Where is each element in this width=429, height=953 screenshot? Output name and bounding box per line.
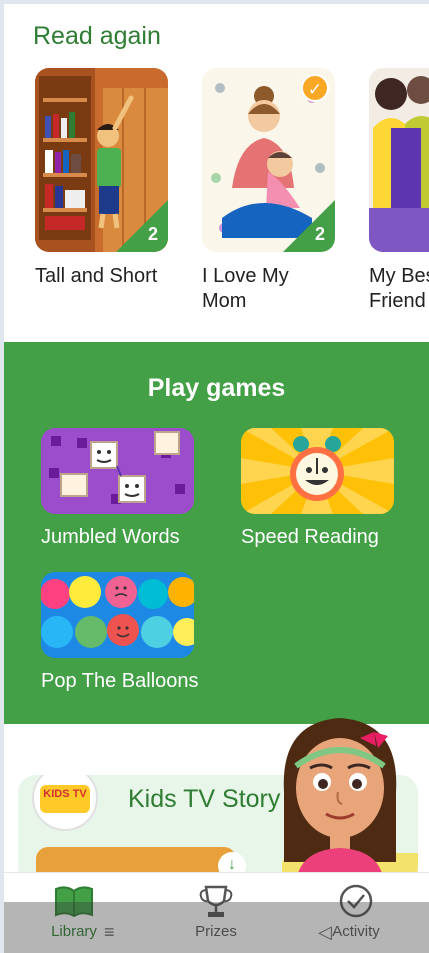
book-card-tall-and-short[interactable]: 2 Tall and Short [35, 68, 168, 289]
completed-check-icon: ✓ [301, 74, 329, 102]
system-navigation-bar [4, 902, 429, 953]
app-screen: Read again 2 Tall and Short ✓ 2 I Love M… [4, 4, 429, 953]
book-title: My Best Friend [369, 265, 429, 312]
game-pop-the-balloons[interactable]: Pop The Balloons [41, 572, 199, 693]
book-title: I Love My Mom [202, 265, 289, 312]
pop-the-balloons-illustration [41, 572, 194, 658]
kids-tv-logo: KIDS TV [32, 775, 98, 831]
play-games-title: Play games [147, 374, 286, 402]
read-again-carousel[interactable]: 2 Tall and Short ✓ 2 I Love My Mom My Be… [35, 68, 429, 328]
kids-tv-logo-text: KIDS TV [43, 788, 87, 800]
book-cover[interactable]: ✓ 2 [202, 68, 335, 252]
jumbled-words-illustration [41, 428, 194, 514]
speed-reading-illustration [241, 428, 394, 514]
system-menu-button[interactable]: ≡ [104, 922, 115, 943]
game-thumbnail[interactable] [41, 572, 194, 658]
game-label: Jumbled Words [41, 526, 180, 548]
game-thumbnail[interactable] [41, 428, 194, 514]
play-games-section: Play games Jumbled Words Speed Reading P… [4, 342, 429, 724]
read-count-corner [283, 200, 335, 252]
game-speed-reading[interactable]: Speed Reading [241, 428, 394, 549]
read-again-title: Read again [33, 22, 161, 50]
book-title: Tall and Short [35, 265, 158, 287]
guide-girl-avatar [283, 718, 397, 882]
book-cover[interactable] [369, 68, 429, 252]
system-back-button[interactable]: ◁ [318, 922, 332, 943]
game-thumbnail[interactable] [241, 428, 394, 514]
book-cover-illustration [369, 68, 429, 252]
read-count-corner [116, 200, 168, 252]
kids-tv-logo-mark: KIDS TV [40, 785, 90, 813]
game-label: Speed Reading [241, 526, 379, 548]
read-count: 2 [314, 224, 325, 244]
book-card-i-love-my-mom[interactable]: ✓ 2 I Love My Mom [202, 68, 335, 314]
book-cover[interactable]: 2 [35, 68, 168, 252]
book-card-my-best-friend[interactable]: My Best Friend [369, 68, 429, 314]
game-jumbled-words[interactable]: Jumbled Words [41, 428, 194, 549]
channel-name: Kids TV Story [128, 785, 281, 813]
game-label: Pop The Balloons [41, 670, 199, 692]
read-count: 2 [147, 224, 158, 244]
